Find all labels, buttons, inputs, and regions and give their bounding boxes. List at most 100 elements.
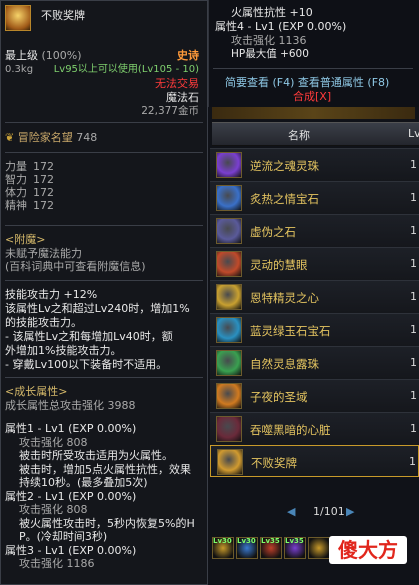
list-header: 名称 Lv bbox=[212, 122, 419, 146]
slot-level-label: Lv30 bbox=[213, 537, 232, 545]
item-name: 虚伪之石 bbox=[250, 225, 296, 239]
hp-max-line: HP最大值 +600 bbox=[231, 48, 309, 60]
item-icon bbox=[216, 317, 242, 343]
skill-line-5: - 穿戴Lv100以下装备时不适用。 bbox=[5, 358, 168, 371]
skill-line-2: 的技能攻击力。 bbox=[5, 316, 82, 329]
item-level: 1 bbox=[410, 158, 417, 171]
growth-line-6: 攻击强化 808 bbox=[19, 503, 88, 516]
growth-line-4: 持续10秒。(最多叠加5次) bbox=[19, 476, 148, 489]
item-tooltip: 不败奖牌 最上级 (100%) 史诗 0.3kg Lv95以上可以使用(Lv10… bbox=[0, 0, 208, 585]
item-name: 恩特精灵之心 bbox=[250, 291, 319, 305]
brief-view-button[interactable]: 简要查看 (F4) 查看普通属性 (F8) bbox=[225, 76, 389, 89]
item-name: 吞噬黑暗的心脏 bbox=[250, 423, 331, 437]
trade-status: 无法交易 bbox=[155, 77, 199, 90]
slot-level-label: Lv30 bbox=[237, 537, 256, 545]
slot-level-label: Lv35 bbox=[285, 537, 304, 545]
item-rarity: 史诗 bbox=[177, 49, 199, 62]
stat-2: 体力 172 bbox=[5, 186, 54, 199]
enchant-line1: 未赋予魔法能力 bbox=[5, 247, 82, 260]
list-item[interactable]: 不败奖牌 1 bbox=[210, 445, 419, 477]
growth-total: 成长属性总攻击强化 3988 bbox=[5, 399, 136, 412]
item-price: 22,377金币 bbox=[141, 105, 199, 117]
item-name: 蓝灵绿玉石宝石 bbox=[250, 324, 331, 338]
growth-line-7: 被火属性攻击时，5秒内恢复5%的H bbox=[19, 516, 195, 530]
item-level: 1 bbox=[410, 191, 417, 204]
synthesis-button[interactable]: 合成[X] bbox=[293, 90, 331, 103]
growth-line-3: 被击时，增加5点火属性抗性，效果 bbox=[19, 462, 191, 476]
list-item[interactable]: 吞噬黑暗的心脏 1 bbox=[210, 412, 419, 446]
item-name: 自然灵息露珠 bbox=[250, 357, 319, 371]
skill-slot[interactable]: Lv35 bbox=[284, 537, 306, 559]
pagination: 1/101 bbox=[313, 505, 345, 518]
item-name: 不败奖牌 bbox=[251, 456, 297, 470]
item-level: 1 bbox=[410, 422, 417, 435]
item-type: 魔法石 bbox=[166, 91, 199, 104]
item-grade: 最上级 (100%) bbox=[5, 49, 82, 62]
list-item[interactable]: 自然灵息露珠 1 bbox=[210, 346, 419, 380]
right-tooltip: 火属性抗性 +10 属性4 - Lv1 (EXP 0.00%) 攻击强化 113… bbox=[208, 0, 419, 107]
item-level: 1 bbox=[410, 356, 417, 369]
attack-enhance-line: 攻击强化 1136 bbox=[231, 34, 307, 47]
growth-line-0: 属性1 - Lv1 (EXP 0.00%) bbox=[5, 422, 137, 435]
stat-3: 精神 172 bbox=[5, 199, 54, 212]
skill-line-3: - 该属性Lv之和每增加Lv40时，额 bbox=[5, 330, 173, 343]
item-level: 1 bbox=[410, 257, 417, 270]
enchant-title: <附魔> bbox=[5, 233, 46, 246]
growth-line-9: 属性3 - Lv1 (EXP 0.00%) bbox=[5, 543, 137, 557]
list-item[interactable]: 蓝灵绿玉石宝石 1 bbox=[210, 313, 419, 347]
fame-icon: ❦ bbox=[5, 131, 15, 144]
skill-slot[interactable]: Lv30 bbox=[236, 537, 258, 559]
item-name: 炙热之情宝石 bbox=[250, 192, 319, 206]
item-level: 1 bbox=[409, 455, 416, 468]
item-icon bbox=[217, 449, 243, 475]
item-name: 灵动的慧眼 bbox=[250, 258, 308, 272]
level-requirement: Lv95以上可以使用(Lv105 - 10) bbox=[53, 64, 199, 75]
item-icon bbox=[216, 350, 242, 376]
fire-resist-line: 火属性抗性 +10 bbox=[231, 6, 313, 19]
item-icon bbox=[216, 251, 242, 277]
item-level: 1 bbox=[410, 323, 417, 336]
item-level: 1 bbox=[410, 224, 417, 237]
item-icon bbox=[216, 218, 242, 244]
growth-line-8: P。(冷却时间3秒) bbox=[19, 530, 108, 543]
item-icon bbox=[216, 383, 242, 409]
watermark: 傻大方 bbox=[329, 536, 407, 564]
item-icon bbox=[5, 5, 31, 31]
list-item[interactable]: 逆流之魂灵珠 1 bbox=[210, 148, 419, 182]
growth-line-5: 属性2 - Lv1 (EXP 0.00%) bbox=[5, 489, 137, 503]
growth-line-1: 攻击强化 808 bbox=[19, 435, 88, 449]
prev-page-icon[interactable]: ◀ bbox=[287, 505, 295, 518]
list-item[interactable]: 虚伪之石 1 bbox=[210, 214, 419, 248]
list-item[interactable]: 炙热之情宝石 1 bbox=[210, 181, 419, 215]
skill-line-0: 技能攻击力 +12% bbox=[5, 288, 98, 301]
item-weight: 0.3kg bbox=[5, 64, 34, 75]
slot-level-label: Lv35 bbox=[261, 537, 280, 545]
stat-1: 智力 172 bbox=[5, 173, 54, 186]
attr4-line: 属性4 - Lv1 (EXP 0.00%) bbox=[215, 20, 347, 33]
top-slot-row bbox=[212, 107, 415, 119]
growth-line-10: 攻击强化 1186 bbox=[19, 557, 95, 570]
header-name[interactable]: 名称 bbox=[288, 127, 310, 143]
header-level[interactable]: Lv bbox=[408, 127, 419, 140]
item-name: 逆流之魂灵珠 bbox=[250, 159, 319, 173]
list-item[interactable]: 子夜的圣域 1 bbox=[210, 379, 419, 413]
item-level: 1 bbox=[410, 389, 417, 402]
list-item[interactable]: 灵动的慧眼 1 bbox=[210, 247, 419, 281]
item-name: 子夜的圣域 bbox=[250, 390, 308, 404]
skill-line-4: 外增加1%技能攻击力。 bbox=[5, 344, 122, 357]
growth-line-2: 被击时所受攻击适用为火属性。 bbox=[19, 449, 173, 462]
skill-slot[interactable]: Lv35 bbox=[260, 537, 282, 559]
item-icon bbox=[216, 284, 242, 310]
enchant-line2: (百科词典中可查看附魔信息) bbox=[5, 260, 146, 273]
growth-title: <成长属性> bbox=[5, 385, 68, 398]
item-name: 不败奖牌 bbox=[41, 9, 85, 22]
list-item[interactable]: 恩特精灵之心 1 bbox=[210, 280, 419, 314]
adventurer-fame: ❦ 冒险家名望 748 bbox=[5, 131, 98, 144]
item-icon bbox=[216, 152, 242, 178]
stat-0: 力量 172 bbox=[5, 160, 54, 173]
next-page-icon[interactable]: ▶ bbox=[346, 505, 354, 518]
item-icon bbox=[216, 185, 242, 211]
skill-slot[interactable] bbox=[308, 537, 330, 559]
skill-slot[interactable]: Lv30 bbox=[212, 537, 234, 559]
item-level: 1 bbox=[410, 290, 417, 303]
